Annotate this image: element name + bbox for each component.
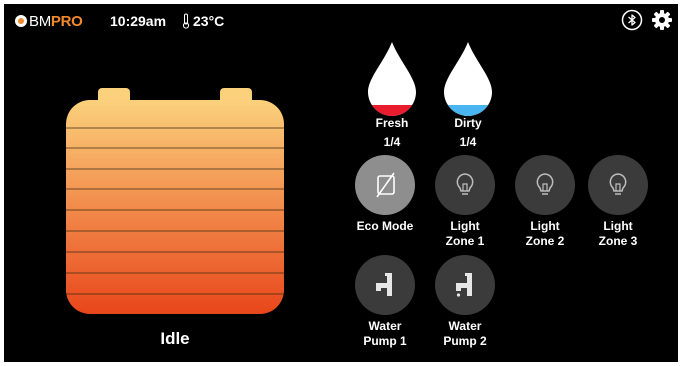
water-tap-icon xyxy=(376,273,392,296)
light-zone-2-button[interactable] xyxy=(515,155,575,215)
bluetooth-icon[interactable] xyxy=(621,9,643,31)
water-pump-1-label: Water Pump 1 xyxy=(345,319,425,349)
light-zone-1-label-line1: Light xyxy=(450,219,480,233)
water-pump-2-label-line1: Water xyxy=(448,319,482,333)
light-zone-2-label-line2: Zone 2 xyxy=(525,234,565,248)
light-zone-1-button[interactable] xyxy=(435,155,495,215)
water-pump-1-label-line1: Water xyxy=(368,319,402,333)
light-bulb-icon xyxy=(536,173,554,195)
brand-bm: BM xyxy=(29,12,51,30)
brand-logo: BMPRO xyxy=(15,12,83,30)
thermometer-icon xyxy=(182,13,190,29)
light-zone-3-label-line1: Light xyxy=(603,219,633,233)
water-pump-2-button[interactable] xyxy=(435,255,495,315)
fresh-tank-level: 1/4 xyxy=(383,135,401,149)
water-pump-1-label-line2: Pump 1 xyxy=(363,334,407,348)
light-zone-2-label: Light Zone 2 xyxy=(505,219,585,249)
eco-mode-button[interactable] xyxy=(355,155,415,215)
eco-mode-label-line1: Eco Mode xyxy=(356,219,414,233)
water-pump-2-label-line2: Pump 2 xyxy=(443,334,487,348)
light-zone-3-label: Light Zone 3 xyxy=(578,219,658,249)
light-zone-1-label-line2: Zone 1 xyxy=(445,234,485,248)
gear-icon[interactable] xyxy=(651,9,673,31)
light-zone-3-button[interactable] xyxy=(588,155,648,215)
water-tap-icon xyxy=(456,273,472,297)
brand-pro: PRO xyxy=(50,12,83,30)
battery-graphic xyxy=(66,88,284,314)
fresh-tank-name: Fresh xyxy=(375,116,409,130)
temperature-value: 23°C xyxy=(193,13,225,29)
fresh-tank-label: Fresh 1/4 xyxy=(362,116,422,149)
screen: BMPRO 10:29am 23°C Idle Fresh 1/4 Dirty … xyxy=(4,4,678,362)
light-zone-1-label: Light Zone 1 xyxy=(425,219,505,249)
battery-status: Idle xyxy=(160,329,190,348)
light-bulb-icon xyxy=(456,173,474,195)
fresh-tank-icon[interactable] xyxy=(368,42,416,116)
light-zone-2-label-line1: Light xyxy=(530,219,560,233)
light-bulb-icon xyxy=(609,173,627,195)
dirty-tank-level: 1/4 xyxy=(459,135,477,149)
light-zone-3-label-line2: Zone 3 xyxy=(598,234,638,248)
dirty-tank-icon[interactable] xyxy=(444,42,492,116)
logo-icon xyxy=(15,15,27,27)
temperature-readout: 23°C xyxy=(182,13,224,29)
water-pump-2-label: Water Pump 2 xyxy=(425,319,505,349)
clock: 10:29am xyxy=(110,13,167,29)
dirty-tank-name: Dirty xyxy=(454,116,482,130)
water-pump-1-button[interactable] xyxy=(355,255,415,315)
eco-mode-label: Eco Mode xyxy=(345,219,425,234)
eco-mode-icon xyxy=(376,172,395,198)
dirty-tank-label: Dirty 1/4 xyxy=(438,116,498,149)
